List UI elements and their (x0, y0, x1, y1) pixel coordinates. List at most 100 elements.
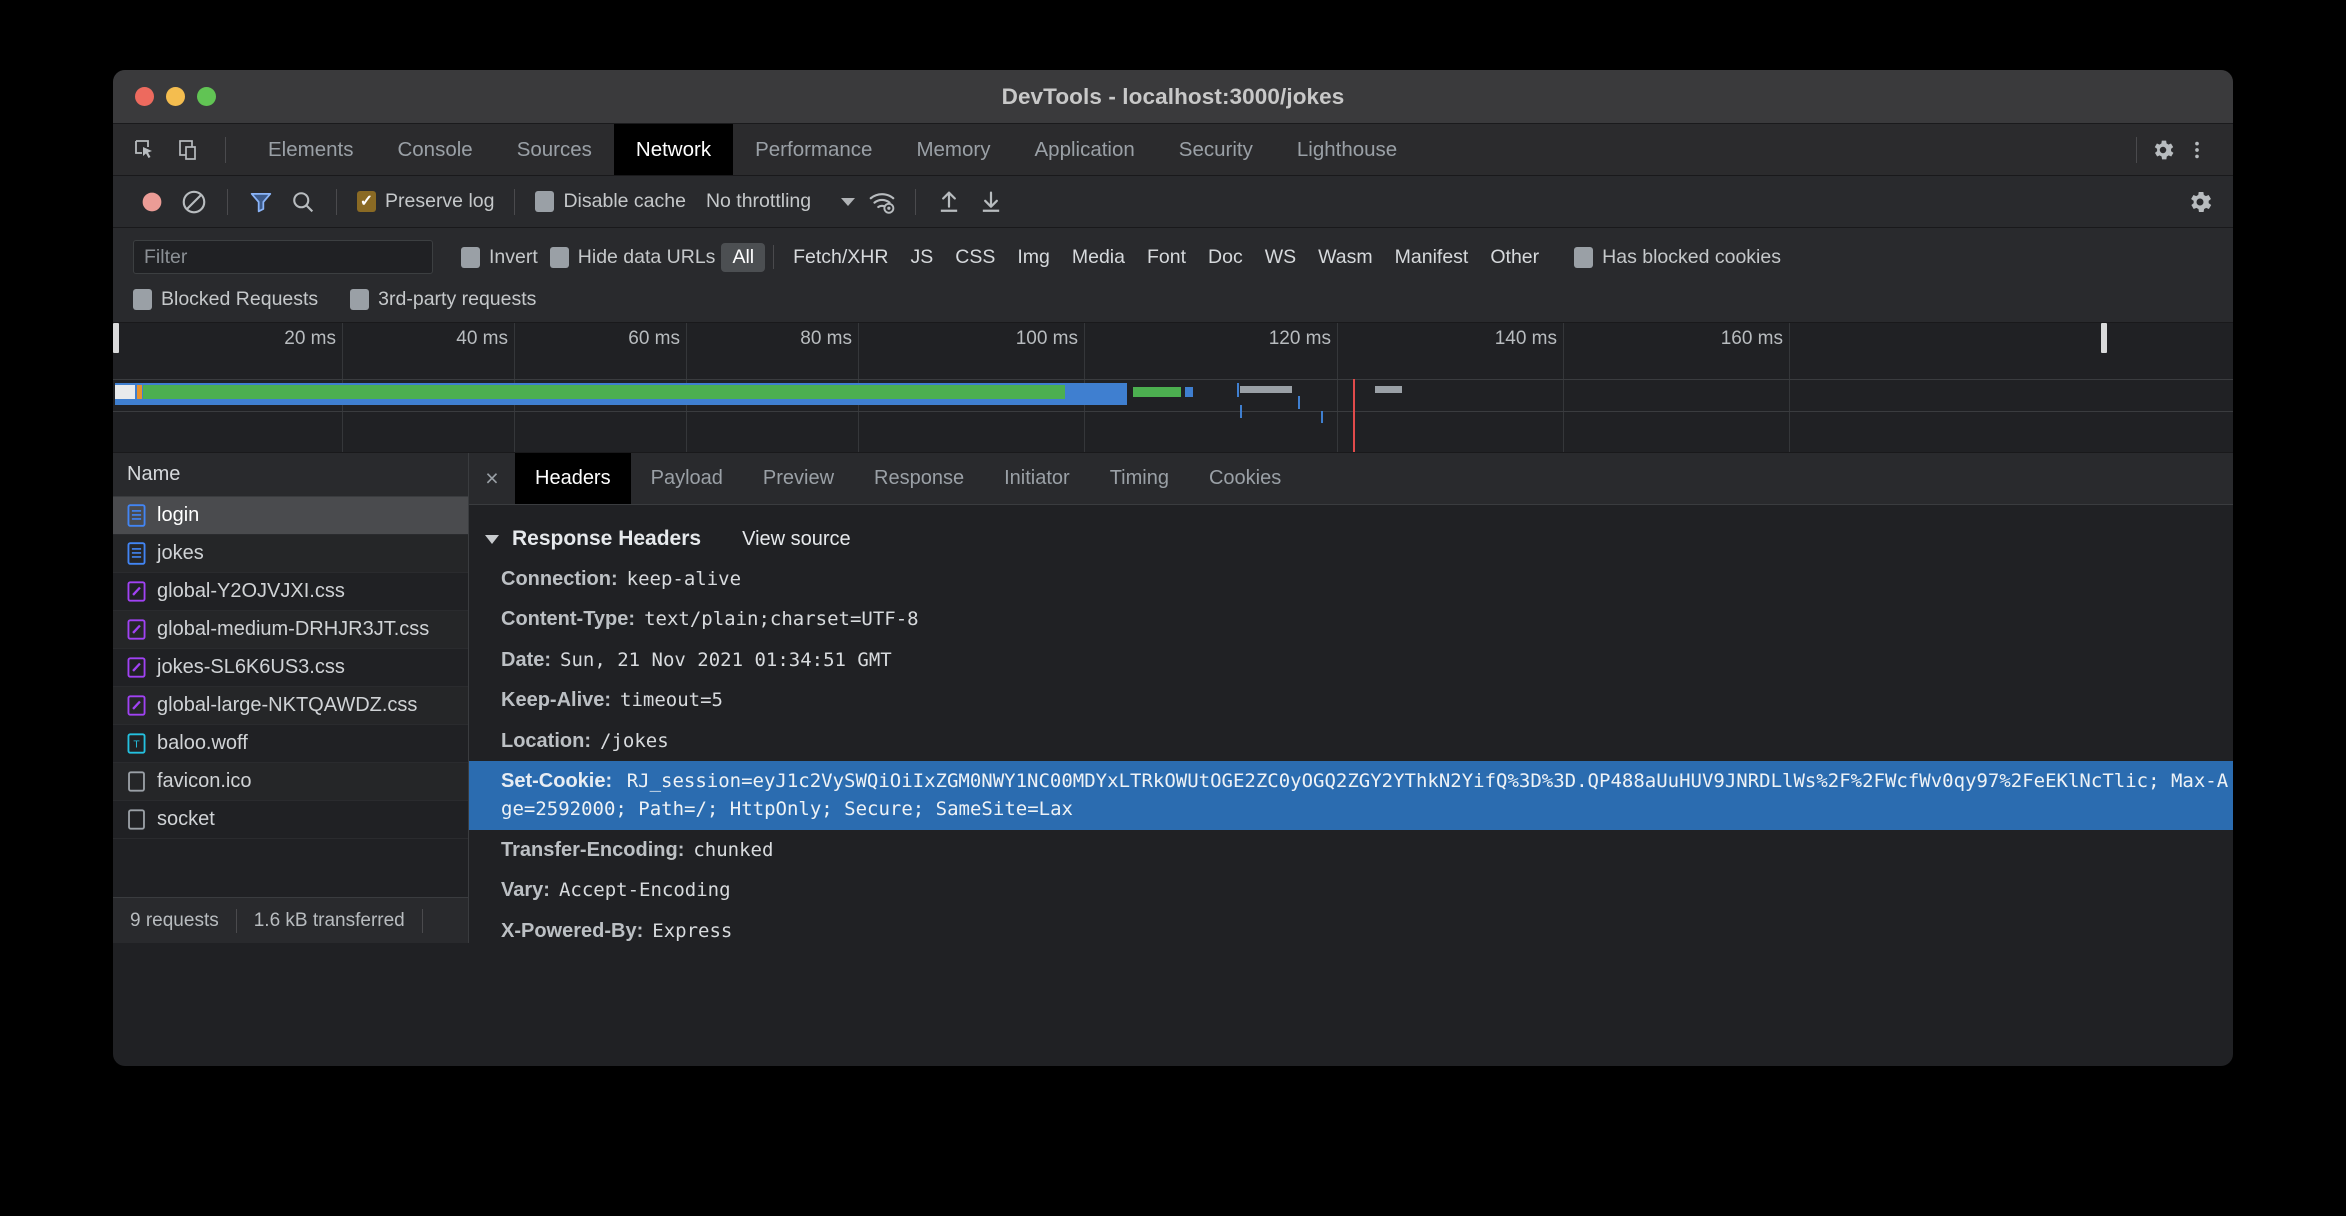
tab-memory[interactable]: Memory (894, 124, 1012, 175)
request-rows: login jokes (113, 497, 468, 897)
preserve-log-checkbox-box[interactable] (357, 191, 376, 212)
tab-performance[interactable]: Performance (733, 124, 894, 175)
document-icon (127, 542, 146, 565)
tabstrip-divider (225, 137, 226, 163)
hide-data-urls-checkbox-box[interactable] (550, 247, 569, 268)
disable-cache-checkbox-box[interactable] (535, 191, 554, 212)
type-filter-font[interactable]: Font (1136, 243, 1197, 272)
invert-checkbox[interactable]: Invert (455, 246, 544, 269)
detail-tab-headers[interactable]: Headers (515, 453, 631, 504)
has-blocked-cookies-checkbox-box[interactable] (1574, 247, 1593, 268)
request-list-column-header-name[interactable]: Name (113, 453, 468, 497)
preserve-log-checkbox[interactable]: Preserve log (351, 190, 500, 213)
tab-lighthouse[interactable]: Lighthouse (1275, 124, 1419, 175)
has-blocked-cookies-checkbox[interactable]: Has blocked cookies (1568, 246, 1787, 269)
maximize-window-button[interactable] (197, 87, 216, 106)
blocked-requests-checkbox[interactable]: Blocked Requests (133, 288, 324, 311)
header-key: Content-Type: (501, 605, 644, 633)
request-row-jokes-css[interactable]: jokes-SL6K6US3.css (113, 649, 468, 687)
type-filter-css[interactable]: CSS (944, 243, 1006, 272)
tab-network[interactable]: Network (614, 124, 733, 175)
detail-tab-timing[interactable]: Timing (1090, 453, 1189, 504)
type-filter-img[interactable]: Img (1006, 243, 1061, 272)
search-icon[interactable] (284, 183, 322, 221)
close-detail-pane-icon[interactable]: × (469, 453, 515, 504)
window-title: DevTools - localhost:3000/jokes (113, 84, 2233, 110)
disable-cache-checkbox[interactable]: Disable cache (529, 190, 691, 213)
hide-data-urls-label: Hide data URLs (578, 246, 716, 269)
clear-icon[interactable] (175, 183, 213, 221)
request-row-favicon[interactable]: favicon.ico (113, 763, 468, 801)
type-filter-wasm[interactable]: Wasm (1307, 243, 1384, 272)
device-toolbar-icon[interactable] (175, 136, 203, 164)
view-source-link[interactable]: View source (742, 528, 851, 551)
request-row-global-large-css[interactable]: global-large-NKTQAWDZ.css (113, 687, 468, 725)
inspect-element-icon[interactable] (131, 136, 159, 164)
overview-dom-content-loaded-marker (1353, 379, 1355, 452)
detail-tab-cookies[interactable]: Cookies (1189, 453, 1301, 504)
tab-security[interactable]: Security (1157, 124, 1275, 175)
request-row-baloo-woff[interactable]: T baloo.woff (113, 725, 468, 763)
request-row-login[interactable]: login (113, 497, 468, 535)
request-row-global-css[interactable]: global-Y2OJVJXI.css (113, 573, 468, 611)
minimize-window-button[interactable] (166, 87, 185, 106)
type-filter-doc[interactable]: Doc (1197, 243, 1254, 272)
network-settings-gear-icon[interactable] (2181, 183, 2219, 221)
record-icon[interactable] (133, 183, 171, 221)
invert-checkbox-box[interactable] (461, 247, 480, 268)
funnel-icon[interactable] (242, 183, 280, 221)
upload-har-icon[interactable] (930, 183, 968, 221)
type-filter-ws[interactable]: WS (1254, 243, 1307, 272)
wifi-gear-icon[interactable] (863, 183, 901, 221)
request-row-label: baloo.woff (157, 732, 248, 755)
third-party-requests-checkbox[interactable]: 3rd-party requests (344, 288, 542, 311)
throttling-value: No throttling (706, 190, 811, 213)
response-headers-title: Response Headers (512, 527, 701, 551)
blocked-requests-checkbox-box[interactable] (133, 289, 152, 310)
request-row-label: global-large-NKTQAWDZ.css (157, 694, 417, 717)
overview-selection-handle-right[interactable] (2101, 323, 2107, 353)
close-window-button[interactable] (135, 87, 154, 106)
tab-security-label: Security (1179, 138, 1253, 162)
request-list-pane: Name login (113, 453, 469, 943)
tab-console[interactable]: Console (375, 124, 494, 175)
throttling-dropdown[interactable]: No throttling (696, 190, 859, 213)
network-overview-timeline[interactable]: 20 ms 40 ms 60 ms 80 ms 100 ms 120 ms 14… (113, 323, 2233, 453)
detail-tab-initiator[interactable]: Initiator (984, 453, 1090, 504)
type-filter-js[interactable]: JS (899, 243, 944, 272)
more-vertical-icon[interactable] (2183, 136, 2211, 164)
request-row-socket[interactable]: socket (113, 801, 468, 839)
header-row-set-cookie[interactable]: Set-Cookie: RJ_session=eyJ1c2VySWQiOiIxZ… (469, 761, 2233, 830)
header-row-location: Location: /jokes (469, 721, 2233, 761)
detail-tab-response[interactable]: Response (854, 453, 984, 504)
type-filter-all[interactable]: All (721, 243, 765, 272)
chevron-down-icon[interactable] (485, 535, 499, 544)
response-headers-section-header[interactable]: Response Headers View source (469, 519, 2233, 559)
type-filter-media[interactable]: Media (1061, 243, 1136, 272)
type-filter-other[interactable]: Other (1479, 243, 1550, 272)
overview-selection-handle-left[interactable] (113, 323, 119, 353)
type-filter-fetch-xhr[interactable]: Fetch/XHR (782, 243, 899, 272)
tabstrip-left-icons (113, 124, 246, 175)
tab-sources[interactable]: Sources (495, 124, 614, 175)
detail-tab-payload[interactable]: Payload (631, 453, 743, 504)
request-row-jokes[interactable]: jokes (113, 535, 468, 573)
type-filter-manifest[interactable]: Manifest (1384, 243, 1480, 272)
overview-bar-green-tail (1133, 387, 1181, 397)
gear-icon[interactable] (2149, 136, 2177, 164)
header-row-content-type: Content-Type: text/plain;charset=UTF-8 (469, 599, 2233, 639)
header-value: Accept-Encoding (559, 877, 731, 904)
disable-cache-label: Disable cache (563, 190, 685, 213)
request-row-label: jokes-SL6K6US3.css (157, 656, 345, 679)
download-har-icon[interactable] (972, 183, 1010, 221)
filter-input[interactable] (133, 240, 433, 274)
detail-tab-preview[interactable]: Preview (743, 453, 854, 504)
tab-elements[interactable]: Elements (246, 124, 375, 175)
tick-label-40ms: 40 ms (456, 328, 508, 350)
chevron-down-icon (841, 198, 855, 206)
third-party-requests-checkbox-box[interactable] (350, 289, 369, 310)
hide-data-urls-checkbox[interactable]: Hide data URLs (544, 246, 722, 269)
header-key: Connection: (501, 565, 627, 593)
tab-application[interactable]: Application (1013, 124, 1157, 175)
request-row-global-medium-css[interactable]: global-medium-DRHJR3JT.css (113, 611, 468, 649)
